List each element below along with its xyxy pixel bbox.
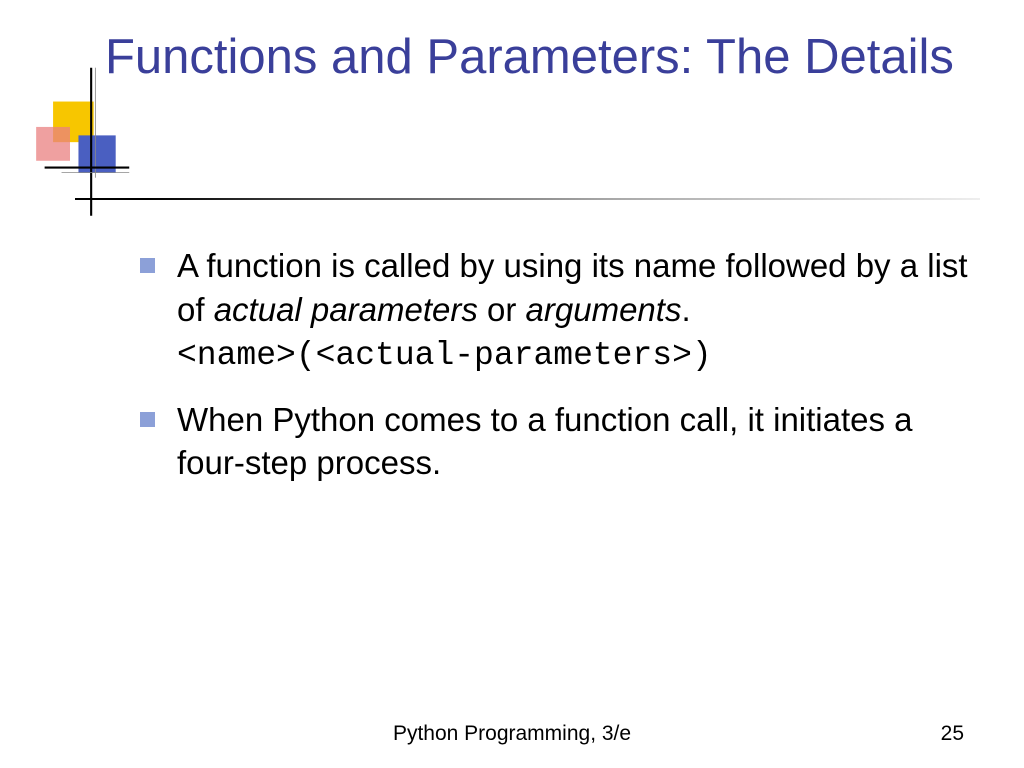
title-underline xyxy=(75,198,980,200)
text-run: . xyxy=(681,291,690,328)
bullet-square-icon xyxy=(140,412,155,427)
slide: Functions and Parameters: The Details A … xyxy=(0,0,1024,768)
bullet-item: A function is called by using its name f… xyxy=(140,244,980,378)
bullet-square-icon xyxy=(140,258,155,273)
code-text: <name>(<actual-parameters>) xyxy=(177,337,712,374)
page-number: 25 xyxy=(941,722,964,746)
bullet-text: A function is called by using its name f… xyxy=(177,244,980,378)
emphasis-text: actual parameters xyxy=(214,291,478,328)
footer-text: Python Programming, 3/e xyxy=(0,722,1024,746)
text-run: or xyxy=(478,291,526,328)
bullet-item: When Python comes to a function call, it… xyxy=(140,398,980,485)
content-area: A function is called by using its name f… xyxy=(140,244,980,505)
bullet-text: When Python comes to a function call, it… xyxy=(177,398,980,485)
emphasis-text: arguments xyxy=(526,291,682,328)
slide-title: Functions and Parameters: The Details xyxy=(105,28,954,88)
